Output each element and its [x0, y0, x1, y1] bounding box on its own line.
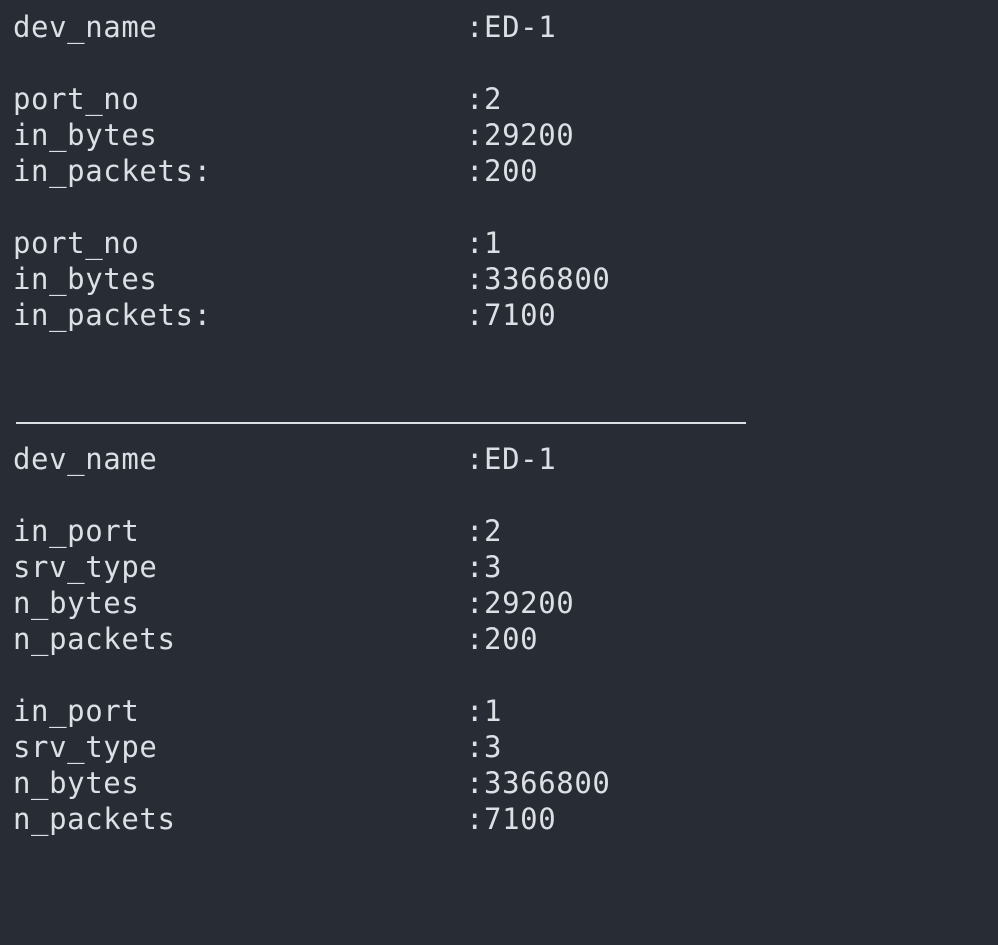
field-row-port-no: port_no :1: [13, 225, 993, 261]
field-key: in_port: [13, 514, 140, 548]
field-value: :200: [466, 154, 539, 188]
field-value: :3366800: [466, 262, 611, 296]
field-key: srv_type: [13, 550, 158, 584]
field-row-in-packets: in_packets: :7100: [13, 297, 993, 333]
field-row-in-bytes: in_bytes :3366800: [13, 261, 993, 297]
field-row-in-bytes: in_bytes :29200: [13, 117, 993, 153]
field-key: in_bytes: [13, 262, 158, 296]
field-key: dev_name: [13, 442, 158, 476]
field-key: port_no: [13, 82, 140, 116]
field-value: :29200: [466, 586, 575, 620]
field-key: n_bytes: [13, 766, 140, 800]
field-key: n_bytes: [13, 586, 140, 620]
field-value: :ED-1: [466, 10, 557, 44]
field-row-srv-type: srv_type :3: [13, 549, 993, 585]
field-key: dev_name: [13, 10, 158, 44]
field-value: :1: [466, 694, 503, 728]
field-row-n-bytes: n_bytes :29200: [13, 585, 993, 621]
field-row-port-no: port_no :2: [13, 81, 993, 117]
field-row-n-packets: n_packets :200: [13, 621, 993, 657]
field-value: :1: [466, 226, 503, 260]
field-row-dev-name: dev_name :ED-1: [13, 441, 993, 477]
field-value: :2: [466, 82, 503, 116]
field-value: :7100: [466, 802, 557, 836]
field-row-dev-name: dev_name :ED-1: [13, 9, 993, 45]
section-divider: [16, 422, 746, 424]
field-row-in-packets: in_packets: :200: [13, 153, 993, 189]
field-value: :3: [466, 730, 503, 764]
field-row-n-packets: n_packets :7100: [13, 801, 993, 837]
field-key: in_port: [13, 694, 140, 728]
field-key: in_packets:: [13, 298, 212, 332]
field-row-in-port: in_port :1: [13, 693, 993, 729]
field-value: :29200: [466, 118, 575, 152]
field-value: :7100: [466, 298, 557, 332]
field-row-n-bytes: n_bytes :3366800: [13, 765, 993, 801]
field-value: :2: [466, 514, 503, 548]
field-value: :3366800: [466, 766, 611, 800]
field-value: :ED-1: [466, 442, 557, 476]
field-row-srv-type: srv_type :3: [13, 729, 993, 765]
field-row-in-port: in_port :2: [13, 513, 993, 549]
field-key: n_packets: [13, 622, 176, 656]
field-value: :200: [466, 622, 539, 656]
terminal-output: dev_name :ED-1 port_no :2 in_bytes :2920…: [0, 0, 998, 869]
field-key: srv_type: [13, 730, 158, 764]
field-value: :3: [466, 550, 503, 584]
field-key: n_packets: [13, 802, 176, 836]
field-key: in_bytes: [13, 118, 158, 152]
field-key: port_no: [13, 226, 140, 260]
field-key: in_packets:: [13, 154, 212, 188]
